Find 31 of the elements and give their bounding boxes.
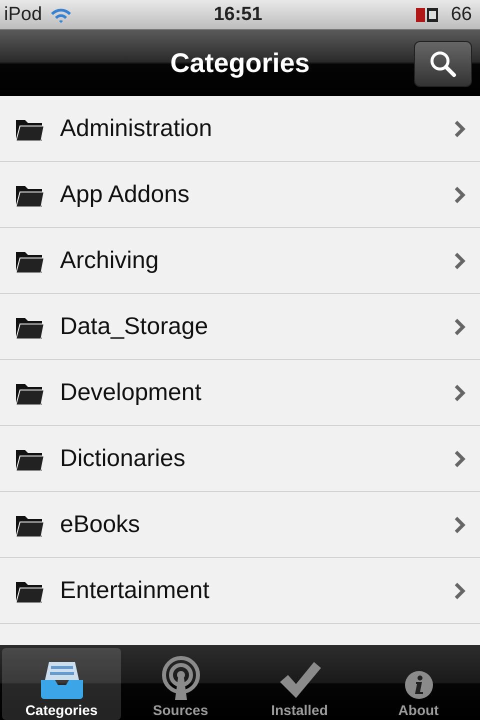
category-label: Development [60,378,202,406]
checkmark-icon [278,660,322,700]
search-icon [429,50,457,78]
chevron-icon [454,120,466,138]
tab-item[interactable]: Installed [240,648,359,720]
tray-icon [38,660,84,700]
category-label: Entertainment [60,576,210,604]
category-label: eBooks [60,510,142,538]
chevron-icon [454,318,466,336]
app-logo-icon [414,6,439,24]
tab-item[interactable]: Sources [121,648,240,720]
search-button[interactable] [414,41,472,87]
wifi-icon [50,6,72,22]
device-name: iPod [4,4,42,26]
tab-item[interactable]: Categories [2,648,121,720]
tab-item[interactable]: About [359,648,478,720]
category-label: Dictionaries [60,444,186,472]
category-label: Data_Storage [60,312,210,340]
chevron-icon [454,450,466,468]
chevron-icon [454,582,466,600]
clock-time: 16:51 [214,4,262,26]
chevron-icon [454,186,466,204]
battery-level: 66 [450,4,472,26]
category-label: Administration [60,114,214,142]
chevron-icon [454,516,466,534]
category-label: Archiving [60,246,160,274]
chevron-icon [454,384,466,402]
info-icon [404,670,434,700]
category-label: App Addons [60,180,190,208]
chevron-icon [454,252,466,270]
nav-title: Categories [170,48,310,78]
